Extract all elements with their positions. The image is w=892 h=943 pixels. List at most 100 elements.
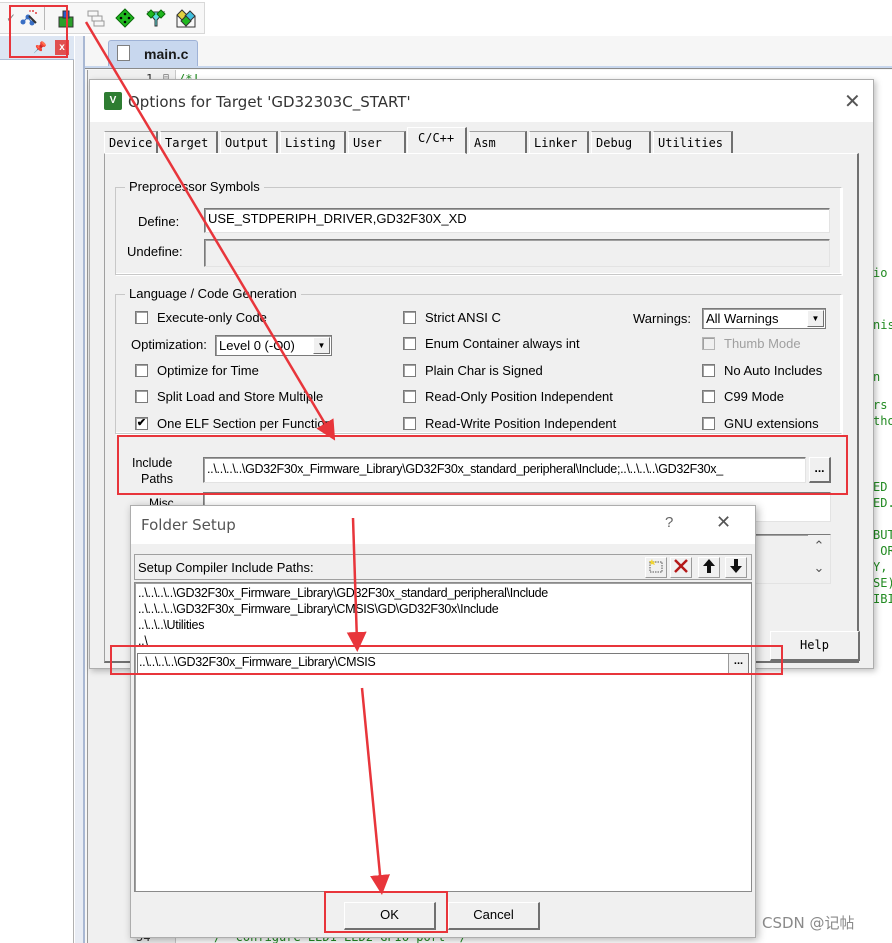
code-fragment: io: [873, 266, 888, 280]
list-item[interactable]: ..\..\..\..\GD32F30x_Firmware_Library\GD…: [138, 586, 548, 600]
list-item[interactable]: ..\..\..\Utilities: [138, 618, 204, 632]
code-fragment: n: [873, 370, 881, 384]
panel-close-icon[interactable]: x: [55, 40, 69, 55]
tab-device[interactable]: Device: [104, 131, 158, 153]
delete-icon: [674, 559, 688, 573]
move-up-button[interactable]: [698, 557, 720, 578]
warnings-value: All Warnings: [706, 311, 779, 326]
code-fragment: ED.: [873, 496, 892, 510]
read-only-pi-checkbox[interactable]: [403, 390, 416, 403]
plain-char-signed-checkbox[interactable]: [403, 364, 416, 377]
manage-project-items-icon[interactable]: [114, 7, 136, 29]
gnu-extensions-label: GNU extensions: [724, 416, 819, 431]
close-icon[interactable]: ✕: [844, 89, 861, 113]
optimization-select[interactable]: Level 0 (-O0) ▼: [215, 335, 332, 356]
help-icon[interactable]: ?: [665, 514, 673, 531]
undefine-label: Undefine:: [127, 244, 183, 259]
include-paths-label-2: Paths: [141, 472, 173, 486]
thumb-mode-checkbox: [702, 337, 715, 350]
include-paths-input[interactable]: ..\..\..\..\GD32F30x_Firmware_Library\GD…: [203, 457, 806, 483]
plain-char-signed-label: Plain Char is Signed: [425, 363, 543, 378]
select-device-icon[interactable]: [55, 7, 77, 29]
arrow-up-icon: [703, 559, 715, 573]
help-button[interactable]: Help: [770, 631, 860, 661]
arrow-down-icon: [730, 559, 742, 573]
undefine-input[interactable]: [204, 239, 830, 267]
tab-user[interactable]: User: [348, 131, 406, 153]
strict-ansi-c-checkbox[interactable]: [403, 311, 416, 324]
watermark: CSDN @记帖: [762, 914, 855, 932]
tab-debug[interactable]: Debug: [591, 131, 651, 153]
define-input[interactable]: USE_STDPERIPH_DRIVER,GD32F30X_XD: [204, 208, 830, 233]
list-item[interactable]: ..\..\..\..\GD32F30x_Firmware_Library\CM…: [138, 602, 499, 616]
read-only-pi-label: Read-Only Position Independent: [425, 389, 613, 404]
move-down-button[interactable]: [725, 557, 747, 578]
no-auto-includes-label: No Auto Includes: [724, 363, 823, 378]
cancel-button[interactable]: Cancel: [448, 902, 540, 930]
split-load-store-checkbox[interactable]: [135, 390, 148, 403]
thumb-mode-label: Thumb Mode: [724, 336, 801, 351]
new-folder-icon: [649, 559, 663, 573]
folder-setup-dialog: Folder Setup ? ✕ Setup Compiler Include …: [130, 505, 756, 938]
tab-asm[interactable]: Asm: [469, 131, 527, 153]
file-tab-label: main.c: [144, 46, 189, 62]
tab-listing[interactable]: Listing: [280, 131, 346, 153]
chevron-down-icon[interactable]: ▼: [313, 337, 330, 354]
options-for-target-icon[interactable]: [17, 7, 39, 29]
path-edit-row[interactable]: ..\..\..\..\GD32F30x_Firmware_Library\CM…: [137, 653, 749, 674]
tab-c-cpp[interactable]: C/C++: [407, 127, 467, 154]
path-edit-input[interactable]: ..\..\..\..\GD32F30x_Firmware_Library\CM…: [139, 655, 376, 669]
code-fragment: BUT: [873, 528, 892, 542]
optimize-for-time-label: Optimize for Time: [157, 363, 259, 378]
tab-strip-underline: [85, 66, 892, 69]
one-elf-section-checkbox[interactable]: ✔: [135, 417, 148, 430]
dialog-title: Options for Target 'GD32303C_START': [128, 93, 411, 111]
control-string-scrollbar[interactable]: ⌃ ⌄: [808, 535, 830, 583]
dialog-titlebar: Folder Setup ? ✕: [131, 506, 755, 544]
header-label: Setup Compiler Include Paths:: [138, 560, 314, 575]
code-fragment: IBI: [873, 592, 892, 606]
split-load-store-label: Split Load and Store Multiple: [157, 389, 324, 404]
dialog-title: Folder Setup: [141, 516, 236, 534]
delete-button[interactable]: [670, 557, 692, 578]
warnings-select[interactable]: All Warnings ▼: [702, 308, 826, 329]
tab-target[interactable]: Target: [160, 131, 218, 153]
enum-container-label: Enum Container always int: [425, 336, 580, 351]
tab-utilities[interactable]: Utilities: [653, 131, 733, 153]
c99-mode-label: C99 Mode: [724, 389, 784, 404]
close-icon[interactable]: ✕: [716, 512, 731, 533]
include-paths-list[interactable]: ..\..\..\..\GD32F30x_Firmware_Library\GD…: [134, 582, 752, 892]
dialog-titlebar: V Options for Target 'GD32303C_START' ✕: [90, 80, 873, 122]
enum-container-checkbox[interactable]: [403, 337, 416, 350]
warnings-label: Warnings:: [633, 311, 692, 326]
ok-button[interactable]: OK: [344, 902, 436, 930]
optimize-for-time-checkbox[interactable]: [135, 364, 148, 377]
editor-left-strip: [75, 36, 85, 943]
group-label: Preprocessor Symbols: [125, 179, 264, 194]
code-fragment: rs: [873, 398, 888, 412]
select-packs-icon[interactable]: [145, 7, 167, 29]
tab-output[interactable]: Output: [220, 131, 278, 153]
gnu-extensions-checkbox[interactable]: [702, 417, 715, 430]
strict-ansi-c-label: Strict ANSI C: [425, 310, 501, 325]
list-item[interactable]: ..\: [138, 634, 148, 648]
tab-linker[interactable]: Linker: [529, 131, 589, 153]
document-icon: [117, 45, 130, 61]
code-fragment: SE): [873, 576, 892, 590]
pin-icon[interactable]: 📌: [33, 41, 47, 54]
code-fragment: OR: [880, 544, 892, 558]
no-auto-includes-checkbox[interactable]: [702, 364, 715, 377]
chevron-down-icon[interactable]: ▼: [807, 310, 824, 327]
manage-multi-project-icon[interactable]: [85, 7, 107, 29]
manage-run-time-environment-icon[interactable]: [175, 7, 197, 29]
path-browse-button[interactable]: ...: [728, 654, 748, 673]
file-tab-main-c[interactable]: main.c: [108, 40, 198, 66]
execute-only-code-checkbox[interactable]: [135, 311, 148, 324]
new-folder-button[interactable]: [645, 557, 667, 578]
code-fragment: nis: [873, 318, 892, 332]
c99-mode-checkbox[interactable]: [702, 390, 715, 403]
include-paths-browse-button[interactable]: ...: [809, 457, 831, 483]
project-panel: 📌 x: [0, 36, 74, 943]
code-fragment: tho: [873, 414, 892, 428]
read-write-pi-checkbox[interactable]: [403, 417, 416, 430]
